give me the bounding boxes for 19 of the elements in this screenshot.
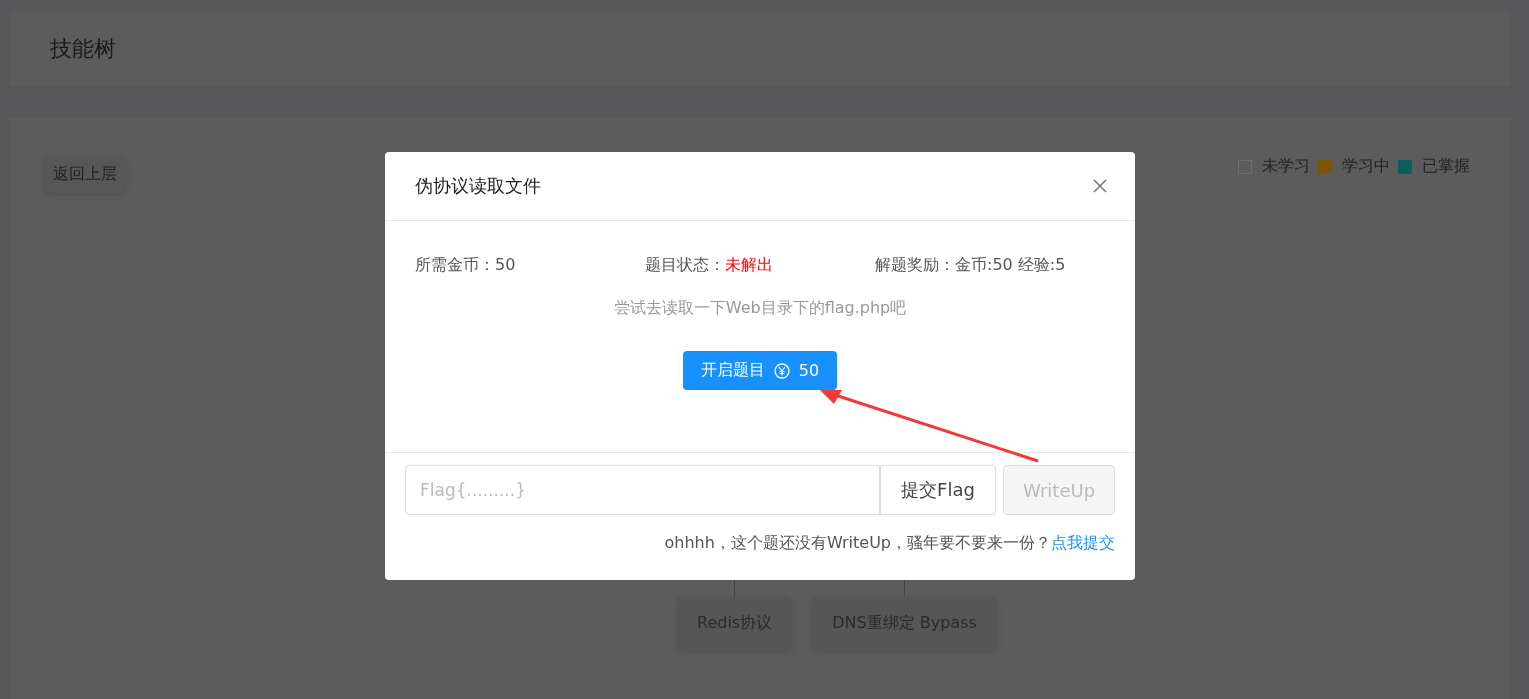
- field-label: 所需金币：: [415, 255, 495, 274]
- field-value: 50: [495, 255, 516, 274]
- submit-flag-button[interactable]: 提交Flag: [880, 465, 996, 515]
- legend-label: 未学习: [1262, 156, 1310, 177]
- close-icon[interactable]: [1092, 178, 1108, 194]
- submit-writeup-link[interactable]: 点我提交: [1051, 533, 1115, 552]
- flag-input[interactable]: Flag{.........}: [405, 465, 880, 515]
- field-label: 题目状态：: [645, 255, 725, 274]
- start-button[interactable]: 开启题目 50: [682, 351, 838, 390]
- legend-label: 学习中: [1342, 156, 1390, 177]
- field-label: 解题奖励：: [875, 255, 955, 274]
- footer-note: ohhhh，这个题还没有WriteUp，骚年要不要来一份？: [664, 533, 1051, 552]
- legend-label: 已掌握: [1422, 156, 1470, 177]
- coin-icon: [773, 362, 790, 379]
- hint-text: 尝试去读取一下Web目录下的flag.php吧: [613, 298, 907, 319]
- dialog-title: 伪协议读取文件: [415, 174, 541, 198]
- field-value: 金币:50 经验:5: [955, 255, 1066, 274]
- field-value: 未解出: [725, 255, 773, 274]
- page-title: 技能树: [50, 35, 116, 63]
